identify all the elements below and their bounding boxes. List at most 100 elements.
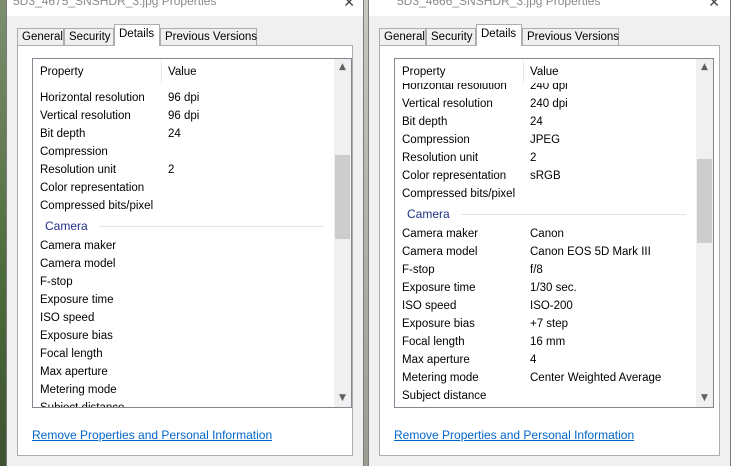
chevron-down-icon[interactable]: ▼ xyxy=(696,390,713,407)
group-label: Camera xyxy=(407,207,450,221)
property-row[interactable]: Max aperture 4 xyxy=(395,351,696,369)
property-name: Horizontal resolution xyxy=(402,83,507,92)
tab-general[interactable]: General xyxy=(17,28,64,45)
property-value: 24 xyxy=(168,128,181,140)
vertical-scrollbar[interactable]: ▲ ▼ xyxy=(696,59,713,407)
property-row[interactable]: Focal length xyxy=(33,345,334,363)
property-value: 1/30 sec. xyxy=(530,282,577,294)
close-icon[interactable]: ✕ xyxy=(343,0,355,11)
vertical-scrollbar[interactable]: ▲ ▼ xyxy=(334,59,351,407)
property-row[interactable]: Exposure time xyxy=(33,291,334,309)
scrollbar-thumb[interactable] xyxy=(335,155,350,239)
property-row[interactable]: Exposure bias xyxy=(33,327,334,345)
property-row[interactable]: Exposure bias +7 step xyxy=(395,315,696,333)
group-header-camera: Camera xyxy=(395,203,696,225)
property-row[interactable]: Compressed bits/pixel xyxy=(33,197,334,215)
tab-security[interactable]: Security xyxy=(64,28,114,45)
property-row[interactable]: Vertical resolution 96 dpi xyxy=(33,107,334,125)
property-name: Max aperture xyxy=(40,366,108,378)
property-value: Center Weighted Average xyxy=(530,372,662,384)
property-name: Resolution unit xyxy=(402,152,479,164)
property-row[interactable]: Metering mode Center Weighted Average xyxy=(395,369,696,387)
property-row[interactable]: Horizontal resolution 240 dpi xyxy=(395,83,696,95)
property-value: 2 xyxy=(168,164,175,176)
tab-details[interactable]: Details xyxy=(114,24,160,46)
property-name: Max aperture xyxy=(402,354,470,366)
property-name: Compressed bits/pixel xyxy=(40,200,154,212)
group-divider xyxy=(461,214,686,215)
remove-properties-link[interactable]: Remove Properties and Personal Informati… xyxy=(394,428,634,442)
property-row[interactable]: Color representation sRGB xyxy=(395,167,696,185)
property-row[interactable]: Camera model xyxy=(33,255,334,273)
property-name: Focal length xyxy=(40,348,103,360)
column-divider[interactable] xyxy=(161,61,162,83)
group-divider xyxy=(99,226,324,227)
property-row[interactable]: Focal length 16 mm xyxy=(395,333,696,351)
tab-general[interactable]: General xyxy=(379,28,426,45)
list-header: Property Value xyxy=(33,59,334,83)
property-row[interactable]: Resolution unit 2 xyxy=(395,149,696,167)
property-value: Canon xyxy=(530,228,564,240)
column-header-value[interactable]: Value xyxy=(168,59,197,83)
property-value: JPEG xyxy=(530,134,561,146)
property-row[interactable]: F-stop f/8 xyxy=(395,261,696,279)
property-name: Compressed bits/pixel xyxy=(402,188,516,200)
property-row[interactable]: Subject distance xyxy=(33,399,334,407)
chevron-up-icon[interactable]: ▲ xyxy=(334,59,351,76)
tab-security[interactable]: Security xyxy=(426,28,476,45)
property-row[interactable]: F-stop xyxy=(33,273,334,291)
title-bar[interactable]: 5D3_4666_SNSHDR_3.jpg Properties ✕ xyxy=(369,0,730,16)
property-row[interactable]: Metering mode xyxy=(33,381,334,399)
property-row[interactable]: Resolution unit 2 xyxy=(33,161,334,179)
column-divider[interactable] xyxy=(523,61,524,83)
property-row[interactable]: Camera maker Canon xyxy=(395,225,696,243)
property-list[interactable]: Property Value Horizontal resolution 96 d… xyxy=(32,58,352,408)
property-row[interactable]: Compression JPEG xyxy=(395,131,696,149)
property-row[interactable]: Camera maker xyxy=(33,237,334,255)
property-name: Subject distance xyxy=(40,399,124,407)
property-name: Camera maker xyxy=(402,228,479,240)
property-name: Exposure bias xyxy=(40,330,113,342)
property-row[interactable]: Flash mode No flash, compulsory xyxy=(395,405,696,407)
property-value: 4 xyxy=(530,354,537,366)
tab-details[interactable]: Details xyxy=(476,24,522,46)
chevron-up-icon[interactable]: ▲ xyxy=(696,59,713,76)
scrollbar-thumb[interactable] xyxy=(697,159,712,243)
property-row[interactable]: Compression xyxy=(33,143,334,161)
tab-previous-versions[interactable]: Previous Versions xyxy=(522,28,619,45)
property-value: No flash, compulsory xyxy=(530,405,637,407)
close-icon[interactable]: ✕ xyxy=(708,0,720,11)
property-row[interactable]: Bit depth 24 xyxy=(33,125,334,143)
list-header: Property Value xyxy=(395,59,696,83)
property-row[interactable]: Max aperture xyxy=(33,363,334,381)
property-row[interactable]: Vertical resolution 240 dpi xyxy=(395,95,696,113)
property-value: ISO-200 xyxy=(530,300,573,312)
property-name: Compression xyxy=(40,146,108,158)
column-header-value[interactable]: Value xyxy=(530,59,559,83)
property-row[interactable]: Compressed bits/pixel xyxy=(395,185,696,203)
property-row[interactable]: Camera model Canon EOS 5D Mark III xyxy=(395,243,696,261)
property-value: 96 dpi xyxy=(168,110,200,122)
property-row[interactable]: ISO speed ISO-200 xyxy=(395,297,696,315)
remove-properties-link[interactable]: Remove Properties and Personal Informati… xyxy=(32,428,272,442)
tab-previous-versions[interactable]: Previous Versions xyxy=(160,28,257,45)
property-row[interactable]: Bit depth 24 xyxy=(395,113,696,131)
title-bar[interactable]: 5D3_4675_SNSHDR_3.jpg Properties ✕ xyxy=(7,0,363,16)
property-value: 2 xyxy=(530,152,537,164)
chevron-down-icon[interactable]: ▼ xyxy=(334,390,351,407)
property-name: Color representation xyxy=(402,170,507,182)
property-name: Metering mode xyxy=(402,372,479,384)
column-header-property[interactable]: Property xyxy=(40,59,83,83)
properties-dialog-left: 5D3_4675_SNSHDR_3.jpg Properties ✕ Gener… xyxy=(6,0,364,466)
property-list[interactable]: Property Value Horizontal resolution 240 … xyxy=(394,58,714,408)
property-row[interactable]: ISO speed xyxy=(33,309,334,327)
property-row[interactable]: Color representation xyxy=(33,179,334,197)
property-name: Resolution unit xyxy=(40,164,117,176)
property-row[interactable]: Exposure time 1/30 sec. xyxy=(395,279,696,297)
property-row[interactable]: Horizontal resolution 96 dpi xyxy=(33,89,334,107)
property-value: 96 dpi xyxy=(168,92,200,104)
property-name: Vertical resolution xyxy=(40,110,131,122)
property-row[interactable]: Subject distance xyxy=(395,387,696,405)
property-name: Focal length xyxy=(402,336,465,348)
column-header-property[interactable]: Property xyxy=(402,59,445,83)
